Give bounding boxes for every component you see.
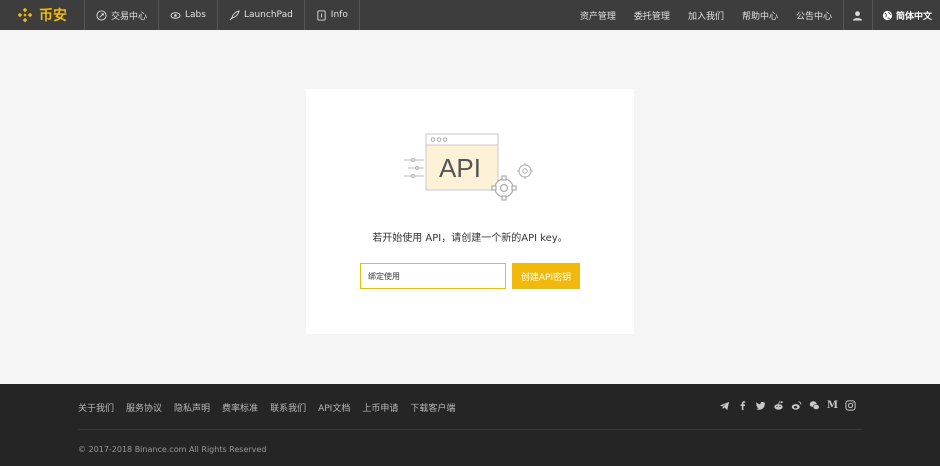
telegram-icon[interactable] bbox=[719, 400, 730, 411]
user-menu-button[interactable] bbox=[842, 0, 873, 30]
nav-launchpad-label: LaunchPad bbox=[243, 10, 293, 20]
api-card: API 若开始使用 API，请创建一个新的API key。 绑定使用 创建API… bbox=[306, 89, 634, 334]
main-content: API 若开始使用 API，请创建一个新的API key。 绑定使用 创建API… bbox=[0, 30, 940, 384]
brand-logo[interactable]: 币安 bbox=[0, 0, 85, 30]
info-doc-icon bbox=[317, 9, 326, 21]
nav-exchange[interactable]: 交易中心 bbox=[85, 0, 160, 30]
top-navbar: 币安 交易中心 Labs LaunchPad Info 资产管理 委托管理 加入… bbox=[0, 0, 940, 30]
api-illustration: API bbox=[404, 133, 533, 201]
api-illustration-text: API bbox=[439, 153, 481, 183]
footer-link-download[interactable]: 下载客户端 bbox=[410, 401, 455, 414]
footer-link-about[interactable]: 关于我们 bbox=[78, 401, 114, 414]
wechat-icon[interactable] bbox=[809, 400, 820, 411]
nav-join-us[interactable]: 加入我们 bbox=[679, 0, 733, 30]
nav-labs[interactable]: Labs bbox=[159, 0, 218, 30]
api-intro-message: 若开始使用 API，请创建一个新的API key。 bbox=[372, 233, 568, 244]
twitter-icon[interactable] bbox=[755, 400, 766, 411]
copyright-text: © 2017-2018 Binance.com All Rights Reser… bbox=[78, 445, 267, 454]
binance-logo-icon bbox=[17, 7, 33, 23]
nav-launchpad[interactable]: LaunchPad bbox=[218, 0, 305, 30]
instagram-icon[interactable] bbox=[845, 400, 856, 411]
rocket-icon bbox=[229, 9, 240, 20]
exchange-icon bbox=[96, 9, 107, 21]
nav-asset-management[interactable]: 资产管理 bbox=[571, 0, 625, 30]
language-label: 简体中文 bbox=[895, 11, 932, 22]
footer-link-contact[interactable]: 联系我们 bbox=[270, 401, 306, 414]
nav-labs-label: Labs bbox=[185, 10, 206, 20]
language-selector[interactable]: 简体中文 bbox=[873, 0, 940, 30]
footer-divider bbox=[78, 429, 862, 430]
footer-link-privacy[interactable]: 隐私声明 bbox=[174, 401, 210, 414]
facebook-icon[interactable] bbox=[737, 400, 748, 411]
social-links: M bbox=[712, 400, 856, 411]
medium-icon[interactable]: M bbox=[827, 400, 838, 411]
api-key-label-input[interactable] bbox=[360, 263, 506, 289]
footer-link-listing[interactable]: 上币申请 bbox=[362, 401, 398, 414]
reddit-icon[interactable] bbox=[773, 400, 784, 411]
nav-info-label: Info bbox=[330, 10, 348, 20]
brand-name: 币安 bbox=[39, 8, 67, 24]
footer-link-fees[interactable]: 费率标准 bbox=[222, 401, 258, 414]
nav-order-management[interactable]: 委托管理 bbox=[625, 0, 679, 30]
globe-icon bbox=[882, 10, 893, 20]
footer-link-terms[interactable]: 服务协议 bbox=[126, 401, 162, 414]
user-icon bbox=[853, 10, 863, 21]
nav-exchange-label: 交易中心 bbox=[111, 11, 148, 22]
footer-links: 关于我们 服务协议 隐私声明 费率标准 联系我们 API文档 上币申请 下载客户… bbox=[78, 401, 467, 414]
nav-help-center[interactable]: 帮助中心 bbox=[733, 0, 787, 30]
nav-info[interactable]: Info bbox=[305, 0, 360, 30]
labs-eye-icon bbox=[170, 11, 181, 19]
footer-link-api-docs[interactable]: API文档 bbox=[318, 401, 350, 414]
weibo-icon[interactable] bbox=[791, 400, 802, 411]
nav-announcements[interactable]: 公告中心 bbox=[787, 0, 841, 30]
create-api-key-button[interactable]: 创建API密钥 bbox=[512, 263, 580, 289]
footer: 关于我们 服务协议 隐私声明 费率标准 联系我们 API文档 上币申请 下载客户… bbox=[0, 384, 940, 466]
